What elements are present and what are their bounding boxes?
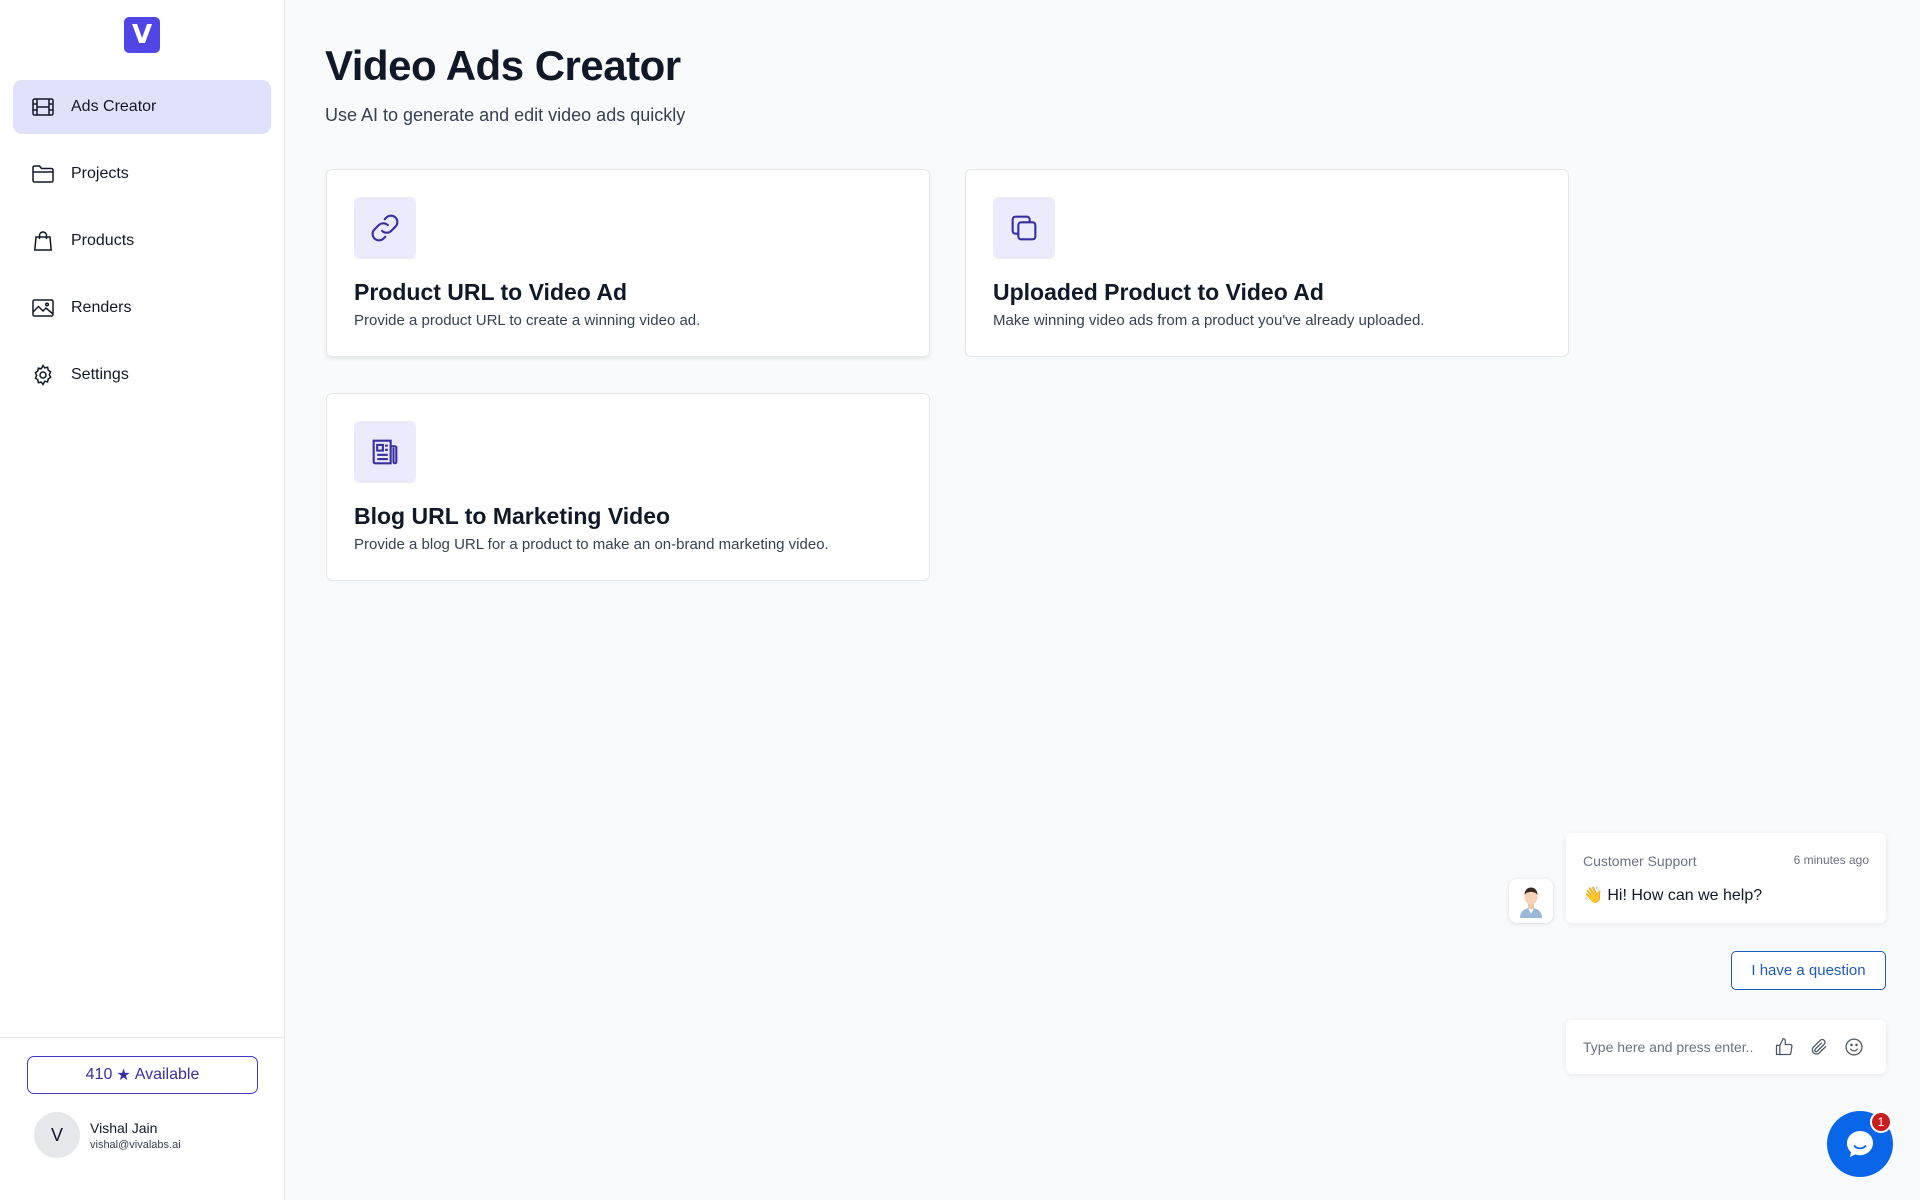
card-description: Make winning video ads from a product yo… (993, 312, 1425, 329)
chat-sender: Customer Support (1583, 853, 1697, 869)
card-title: Blog URL to Marketing Video (354, 503, 671, 529)
user-email: vishal@vivalabs.ai (90, 1138, 181, 1151)
thumbs-up-icon[interactable] (1772, 1035, 1796, 1059)
sidebar-item-label: Settings (71, 366, 129, 383)
credits-label: Available (134, 1066, 200, 1083)
sidebar-item-renders[interactable]: Renders (13, 281, 271, 335)
card-uploaded-product-to-video-ad[interactable]: Uploaded Product to Video Ad Make winnin… (965, 169, 1569, 357)
sidebar-item-projects[interactable]: Projects (13, 147, 271, 201)
user-name: Vishal Jain (90, 1119, 158, 1136)
sidebar: V Ads Creator Projects Products Renders (0, 0, 285, 1200)
sidebar-item-products[interactable]: Products (13, 214, 271, 268)
avatar: V (34, 1112, 80, 1158)
sidebar-item-label: Renders (71, 299, 132, 316)
chat-timestamp: 6 minutes ago (1793, 853, 1869, 867)
chat-composer (1566, 1020, 1886, 1074)
sidebar-item-settings[interactable]: Settings (13, 348, 271, 402)
card-title: Uploaded Product to Video Ad (993, 279, 1324, 305)
card-description: Provide a product URL to create a winnin… (354, 312, 701, 329)
paperclip-icon[interactable] (1807, 1035, 1831, 1059)
credits-count: 410 (85, 1066, 113, 1083)
page-subtitle: Use AI to generate and edit video ads qu… (325, 105, 686, 125)
chat-message-bubble: Customer Support 6 minutes ago 👋 Hi! How… (1566, 833, 1886, 923)
app-logo[interactable]: V (124, 17, 160, 53)
emoji-icon[interactable] (1842, 1035, 1866, 1059)
sidebar-item-ads-creator[interactable]: Ads Creator (13, 80, 271, 134)
gear-icon (31, 363, 55, 387)
card-description: Provide a blog URL for a product to make… (354, 536, 829, 553)
image-icon (31, 296, 55, 320)
film-icon (31, 95, 55, 119)
user-profile[interactable]: V Vishal Jain vishal@vivalabs.ai (34, 1112, 181, 1158)
chat-message-text: 👋 Hi! How can we help? (1583, 887, 1763, 904)
folder-icon (31, 162, 55, 186)
support-agent-avatar (1509, 879, 1553, 923)
sidebar-item-label: Ads Creator (71, 98, 157, 115)
quick-reply-button[interactable]: I have a question (1731, 951, 1886, 990)
copy-icon (993, 197, 1055, 259)
user-info: Vishal Jain vishal@vivalabs.ai (90, 1120, 181, 1151)
credits-button[interactable]: 410 ★ Available (27, 1056, 258, 1094)
card-title: Product URL to Video Ad (354, 279, 628, 305)
sidebar-footer: 410 ★ Available V Vishal Jain vishal@viv… (0, 1037, 285, 1200)
star-icon: ★ (116, 1067, 131, 1084)
page-title: Video Ads Creator (325, 42, 681, 89)
card-blog-url-to-marketing-video[interactable]: Blog URL to Marketing Video Provide a bl… (326, 393, 930, 581)
newspaper-icon (354, 421, 416, 483)
sidebar-item-label: Projects (71, 165, 129, 182)
shopping-bag-icon (31, 229, 55, 253)
person-icon (1520, 887, 1542, 918)
chat-input[interactable] (1583, 1039, 1761, 1055)
link-icon (354, 197, 416, 259)
card-product-url-to-video-ad[interactable]: Product URL to Video Ad Provide a produc… (326, 169, 930, 357)
sidebar-item-label: Products (71, 232, 135, 249)
notification-badge: 1 (1870, 1111, 1892, 1133)
sidebar-nav: Ads Creator Projects Products Renders Se… (13, 80, 271, 415)
chat-bubble-icon (1847, 1131, 1873, 1157)
